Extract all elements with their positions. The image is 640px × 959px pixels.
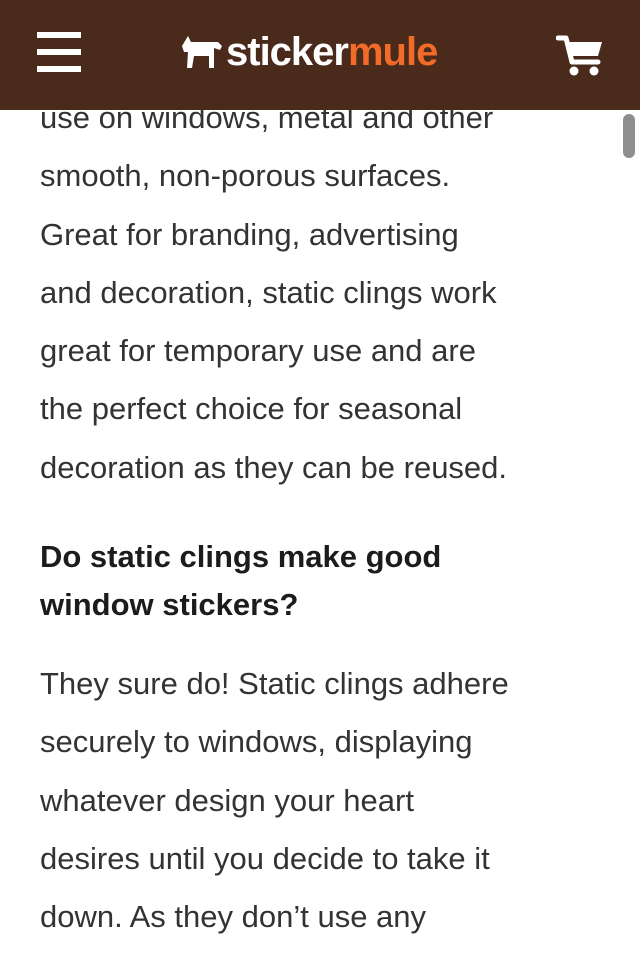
hamburger-menu-icon	[37, 32, 81, 72]
logo-word-mule: mule	[347, 30, 438, 74]
heading-line: Do static clings make good	[40, 539, 442, 575]
faq-answer-paragraph: They sure do! Static clings adhere secure…	[40, 655, 600, 946]
text-line: the perfect choice for seasonal	[40, 391, 463, 427]
text-line: great for temporary use and are	[40, 333, 476, 369]
text-line: smooth, non-porous surfaces.	[40, 158, 451, 194]
heading-line: window stickers?	[40, 587, 299, 623]
faq-heading: Do static clings make good window sticker…	[40, 533, 600, 629]
scrollbar-thumb[interactable]	[623, 114, 635, 158]
text-line: They sure do! Static clings adhere	[40, 666, 509, 702]
cart-icon	[556, 35, 602, 76]
menu-button[interactable]	[26, 20, 92, 84]
logo-word-sticker: sticker	[226, 30, 349, 74]
text-line: and decoration, static clings work	[40, 274, 497, 310]
text-line: decoration as they can be reused.	[40, 449, 508, 485]
text-line: whatever design your heart	[40, 782, 414, 818]
mule-icon	[182, 36, 222, 68]
stickermule-logo[interactable]: stickermule	[178, 26, 438, 78]
cart-button[interactable]	[548, 28, 612, 84]
text-line: securely to windows, displaying	[40, 724, 473, 760]
text-line: Great for branding, advertising	[40, 216, 459, 252]
site-header: stickermule	[0, 0, 640, 110]
article-content: use on windows, metal and other smooth, n…	[40, 89, 600, 947]
intro-paragraph: use on windows, metal and other smooth, n…	[40, 89, 600, 497]
text-line: desires until you decide to take it	[40, 840, 490, 876]
text-line: down. As they don’t use any	[40, 899, 427, 935]
logo-wordmark: stickermule	[226, 26, 438, 78]
